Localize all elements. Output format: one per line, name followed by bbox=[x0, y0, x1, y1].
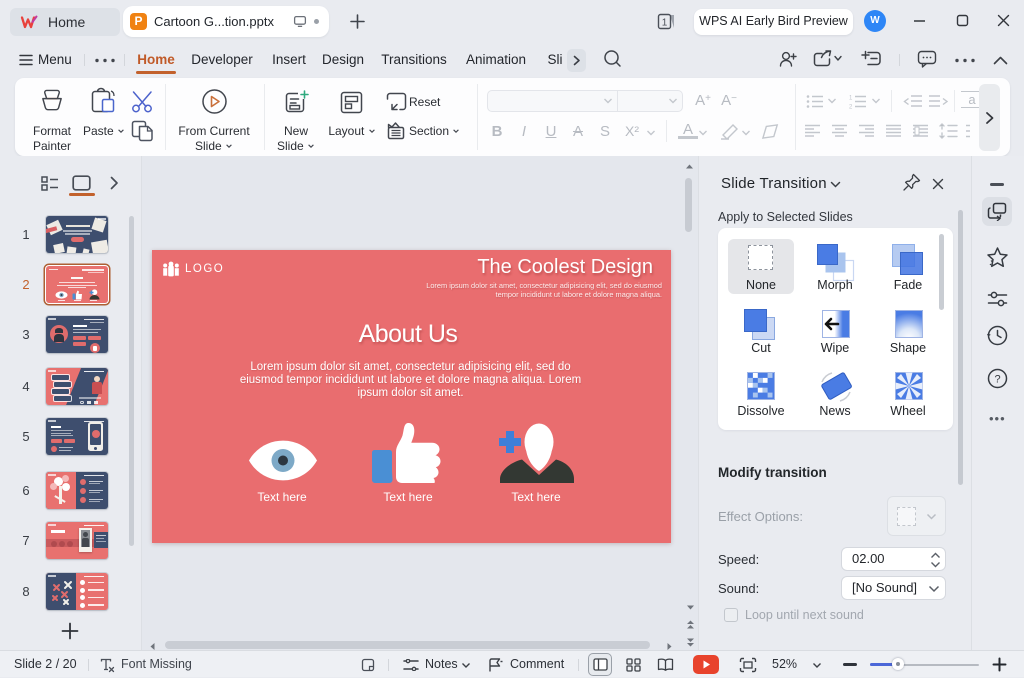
svg-text:?: ? bbox=[994, 374, 1000, 386]
svg-text:1: 1 bbox=[662, 18, 668, 29]
svg-text:2: 2 bbox=[849, 105, 853, 110]
svg-text:1: 1 bbox=[849, 96, 853, 102]
